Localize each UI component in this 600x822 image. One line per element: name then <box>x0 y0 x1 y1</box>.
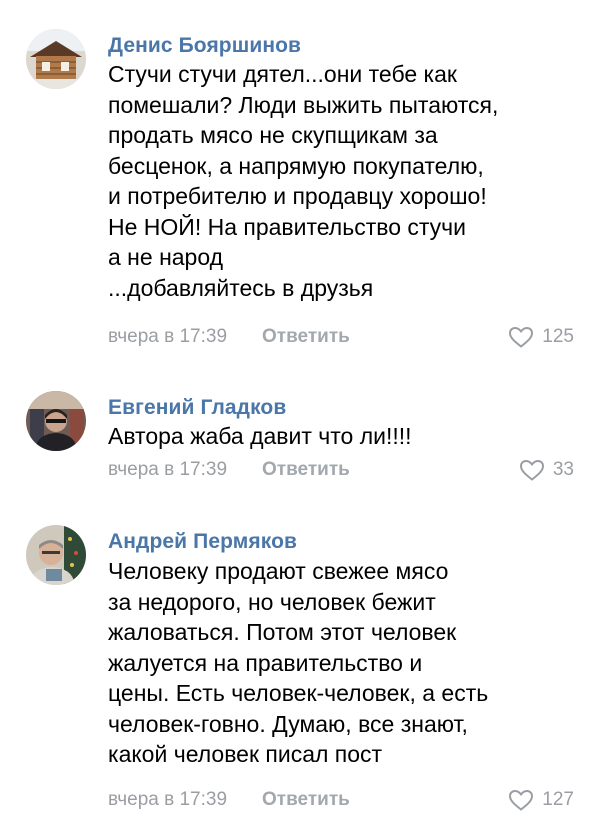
like-count: 125 <box>542 326 574 347</box>
like-button[interactable]: 127 <box>508 789 574 811</box>
comment-text-line: ...добавляйтесь в друзья <box>108 274 374 301</box>
comment-text-line: а не народ <box>108 244 224 270</box>
comment-text-line: и потребителю и продавцу хорошо! <box>108 183 487 209</box>
avatar[interactable] <box>26 29 86 89</box>
comment-text-line: Не НОЙ! На правительство стучи <box>108 213 467 240</box>
comment-text-line: Человеку продают свежее мясо <box>108 558 449 584</box>
comment-meta: вчера в 17:39 Ответить 33 <box>108 459 574 485</box>
comment-text-line: за недорого, но человек бежит <box>108 588 436 615</box>
comment-text-line: бесценок, а напрямую покупателю, <box>108 152 484 179</box>
comment-text: Автора жаба давит что ли!!!! <box>108 421 588 452</box>
comment-text-line: цены. Есть человек-человек, а есть <box>108 680 489 706</box>
reply-button[interactable]: Ответить <box>262 459 350 481</box>
comment-meta: вчера в 17:39 Ответить 125 <box>108 326 574 352</box>
comment-text-line: Автора жаба давит что ли!!!! <box>108 423 412 449</box>
comment-text-line: помешали? Люди выжить пытаются, <box>108 91 499 118</box>
like-button[interactable]: 33 <box>519 459 574 481</box>
heart-outline-icon <box>519 459 544 481</box>
comment-text: Стучи стучи дятел...они тебе как помешал… <box>108 59 588 303</box>
comment-text-line: Стучи стучи дятел...они тебе как <box>108 61 457 87</box>
heart-outline-icon <box>509 326 534 348</box>
comment-meta: вчера в 17:39 Ответить 127 <box>108 789 574 815</box>
comment-text-line: человек-говно. Думаю, все знают, <box>108 710 468 737</box>
comment-text-line: продать мясо не скупщикам за <box>108 122 438 148</box>
like-count: 33 <box>552 459 574 480</box>
comment-timestamp[interactable]: вчера в 17:39 <box>108 789 227 811</box>
comment-author[interactable]: Денис Бояршинов <box>108 34 301 58</box>
comment-timestamp[interactable]: вчера в 17:39 <box>108 326 227 348</box>
avatar[interactable] <box>26 391 86 451</box>
house-photo-avatar <box>26 29 86 89</box>
comment-author[interactable]: Евгений Гладков <box>108 396 286 420</box>
comment-text-line: жаловаться. Потом этот человек <box>108 619 457 645</box>
person-photo-avatar <box>26 391 86 451</box>
comment-author[interactable]: Андрей Пермяков <box>108 530 297 554</box>
comment-text-line: какой человек писал пост <box>108 741 383 767</box>
comment-timestamp[interactable]: вчера в 17:39 <box>108 459 227 481</box>
avatar[interactable] <box>26 525 86 585</box>
reply-button[interactable]: Ответить <box>262 789 350 811</box>
like-count: 127 <box>542 789 574 810</box>
like-button[interactable]: 125 <box>508 326 574 348</box>
reply-button[interactable]: Ответить <box>262 326 350 348</box>
comment-text: Человеку продают свежее мясо за недорого… <box>108 556 588 770</box>
heart-outline-icon <box>509 789 534 811</box>
person-photo-avatar <box>26 525 86 585</box>
comment-text-line: жалуется на правительство и <box>108 649 423 676</box>
